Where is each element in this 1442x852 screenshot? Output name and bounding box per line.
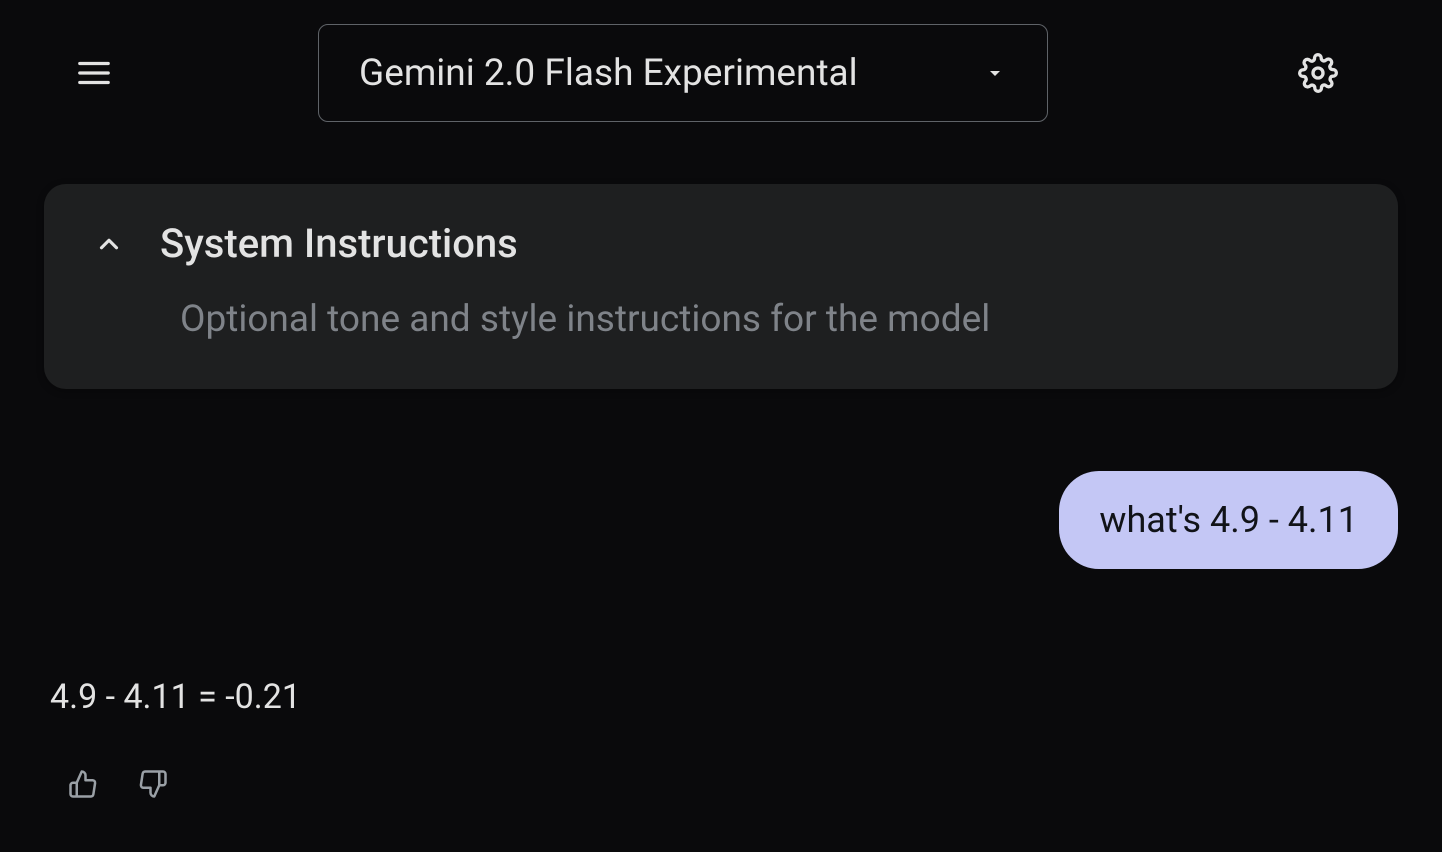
system-instructions-placeholder[interactable]: Optional tone and style instructions for…: [180, 295, 1348, 345]
system-instructions-toggle[interactable]: System Instructions: [94, 220, 1348, 267]
gear-icon: [1298, 53, 1338, 93]
model-selector[interactable]: Gemini 2.0 Flash Experimental: [318, 24, 1048, 122]
thumbs-up-button[interactable]: [64, 765, 102, 803]
system-instructions-card: System Instructions Optional tone and st…: [44, 184, 1398, 389]
chevron-up-icon: [94, 229, 124, 259]
top-header: Gemini 2.0 Flash Experimental: [0, 0, 1442, 130]
user-message-row: what's 4.9 - 4.11: [44, 471, 1398, 569]
chat-area: what's 4.9 - 4.11 4.9 - 4.11 = -0.21: [0, 471, 1442, 803]
caret-down-icon: [983, 61, 1007, 85]
thumbs-down-button[interactable]: [134, 765, 172, 803]
menu-icon: [75, 54, 113, 92]
hamburger-menu-button[interactable]: [64, 43, 124, 103]
user-message-bubble: what's 4.9 - 4.11: [1059, 471, 1398, 569]
feedback-row: [64, 765, 1398, 803]
thumbs-down-icon: [138, 769, 168, 799]
model-selector-label: Gemini 2.0 Flash Experimental: [359, 52, 858, 95]
assistant-message-row: 4.9 - 4.11 = -0.21: [44, 677, 1398, 803]
thumbs-up-icon: [68, 769, 98, 799]
content-area: System Instructions Optional tone and st…: [0, 130, 1442, 389]
assistant-message-text: 4.9 - 4.11 = -0.21: [50, 677, 1398, 717]
system-instructions-title: System Instructions: [160, 220, 518, 267]
settings-button[interactable]: [1288, 43, 1348, 103]
